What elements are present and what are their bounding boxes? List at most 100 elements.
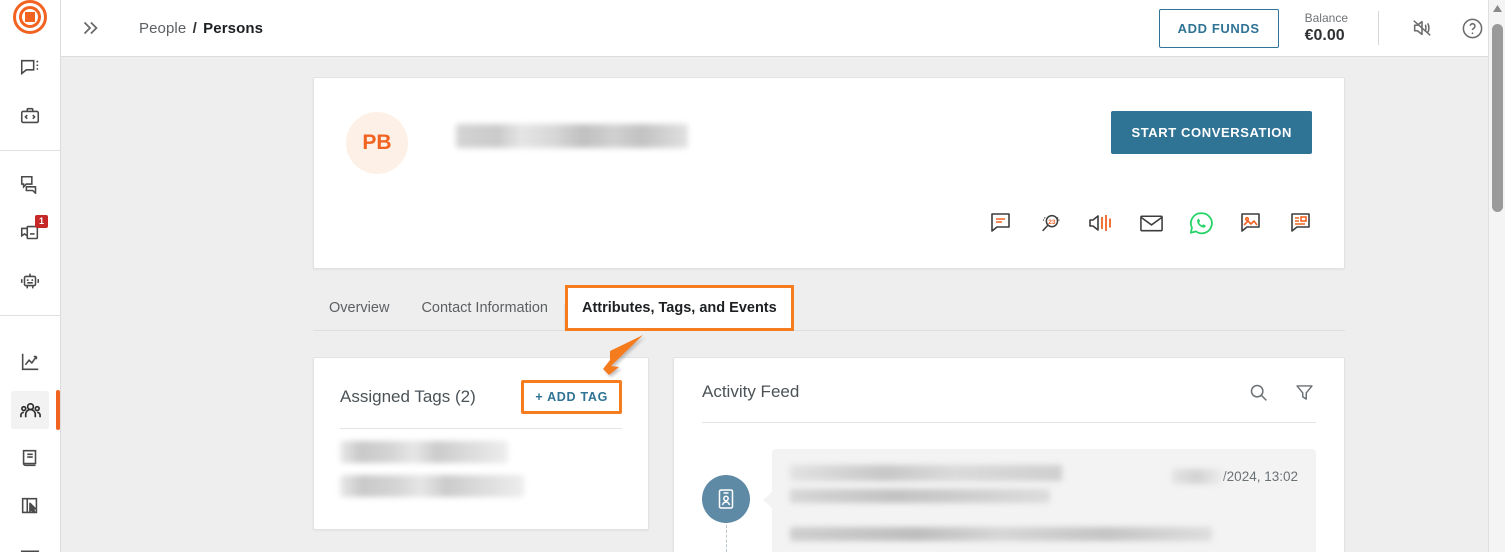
app-logo[interactable]	[0, 0, 60, 34]
search-icon	[1250, 384, 1267, 401]
top-bar-right: ADD FUNDS Balance €0.00	[1158, 8, 1489, 48]
feed-item-date-redacted	[1171, 469, 1222, 484]
activity-feed-card: Activity Feed /2024, 13:02	[673, 357, 1345, 552]
breadcrumb-parent[interactable]: People	[139, 20, 186, 37]
feed-item-bubble: /2024, 13:02	[763, 449, 1316, 552]
right-column: Activity Feed /2024, 13:02	[673, 357, 1345, 552]
feed-filter-button[interactable]	[1292, 380, 1316, 404]
speaker-muted-icon	[1413, 20, 1431, 36]
voice-channel-button[interactable]	[1088, 210, 1114, 236]
viber-icon: 23	[1042, 214, 1060, 232]
sidebar-item-analytics[interactable]	[11, 343, 49, 381]
triangle-up-icon	[1493, 5, 1502, 12]
balance-label: Balance	[1304, 10, 1348, 25]
feed-item-subtitle-redacted	[790, 489, 1050, 503]
nav-group-1	[0, 34, 60, 150]
activity-feed-title: Activity Feed	[702, 382, 800, 401]
keyboard-icon	[20, 550, 40, 552]
channel-actions: 23	[988, 210, 1314, 236]
tab-overview[interactable]: Overview	[313, 286, 405, 330]
viber-channel-button[interactable]: 23	[1038, 210, 1064, 236]
mms-channel-button[interactable]	[1238, 210, 1264, 236]
target-logo-icon	[13, 0, 47, 34]
chat-menu-icon	[20, 59, 39, 76]
nav-group-2: 1	[0, 150, 60, 315]
sidebar-item-flows[interactable]: 1	[11, 214, 49, 252]
feed-item-title-redacted	[790, 465, 1062, 481]
profile-card: PB START CONVERSATION 23	[313, 77, 1345, 269]
balance-block: Balance €0.00	[1305, 11, 1348, 46]
sms-icon	[991, 213, 1010, 232]
sidebar-item-bots[interactable]	[11, 262, 49, 300]
question-circle-icon	[1462, 18, 1482, 38]
main-column: People / Persons ADD FUNDS Balance €0.00	[61, 0, 1505, 552]
help-button[interactable]	[1455, 11, 1489, 45]
person-name-redacted	[456, 124, 688, 148]
add-funds-button[interactable]: ADD FUNDS	[1158, 8, 1279, 48]
feed-item-icon-circle	[702, 475, 750, 523]
expand-sidebar-button[interactable]	[79, 17, 101, 39]
book-icon	[22, 449, 37, 467]
left-nav-rail: 1	[0, 0, 61, 552]
whatsapp-channel-button[interactable]	[1188, 210, 1214, 236]
feed-item-timestamp: /2024, 13:02	[1171, 469, 1298, 484]
filter-icon	[1295, 384, 1313, 400]
sidebar-item-settings[interactable]	[11, 535, 49, 552]
content-inner: PB START CONVERSATION 23 Overview Contac…	[313, 77, 1345, 552]
tab-bar: Overview Contact Information Attributes,…	[313, 285, 1345, 331]
feed-timeline-line	[725, 525, 727, 552]
tab-contact-information[interactable]: Contact Information	[405, 286, 564, 330]
voice-icon	[1089, 215, 1111, 231]
analytics-chart-icon	[21, 353, 39, 371]
tag-chip[interactable]	[340, 441, 508, 463]
tag-chip[interactable]	[340, 475, 524, 497]
avatar: PB	[346, 112, 408, 174]
flows-badge: 1	[35, 215, 48, 228]
feed-divider	[702, 422, 1316, 423]
sms-channel-button[interactable]	[988, 210, 1014, 236]
window-scrollbar[interactable]	[1488, 0, 1505, 552]
tags-divider	[340, 428, 622, 429]
double-chevron-right-icon	[83, 21, 98, 35]
whatsapp-icon	[1189, 211, 1213, 234]
feed-item-time-text: /2024, 13:02	[1222, 469, 1298, 484]
left-column: Assigned Tags (2) + ADD TAG	[313, 357, 649, 552]
assigned-tags-title: Assigned Tags (2)	[340, 387, 476, 406]
mute-button[interactable]	[1405, 11, 1439, 45]
email-channel-button[interactable]	[1138, 210, 1164, 236]
email-icon	[1139, 215, 1163, 232]
code-briefcase-icon	[20, 107, 40, 124]
breadcrumb-separator: /	[192, 19, 197, 37]
sidebar-item-people[interactable]	[11, 390, 60, 430]
lower-section: Assigned Tags (2) + ADD TAG Activity Fee…	[313, 357, 1345, 552]
sidebar-item-landing-pages[interactable]	[11, 487, 49, 525]
activity-feed-actions	[1246, 380, 1316, 404]
window-scrollbar-thumb[interactable]	[1492, 24, 1503, 212]
people-icon	[19, 402, 41, 417]
sidebar-item-content[interactable]	[11, 439, 49, 477]
nav-group-3	[0, 315, 60, 552]
rcs-icon	[1291, 213, 1310, 232]
robot-icon	[20, 273, 40, 289]
svg-text:23: 23	[1048, 219, 1056, 226]
feed-search-button[interactable]	[1246, 380, 1270, 404]
app-root: 1 People / Persons ADD FUNDS Balance €0.…	[0, 0, 1505, 552]
click-panel-icon	[21, 497, 38, 514]
sidebar-item-conversations[interactable]	[11, 49, 49, 87]
mms-icon	[1241, 213, 1260, 232]
scroll-up-button[interactable]	[1489, 0, 1505, 17]
rcs-channel-button[interactable]	[1288, 210, 1314, 236]
sidebar-item-developers[interactable]	[11, 97, 49, 135]
assigned-tags-card: Assigned Tags (2) + ADD TAG	[313, 357, 649, 530]
start-conversation-button[interactable]: START CONVERSATION	[1111, 111, 1312, 154]
assigned-tags-header: Assigned Tags (2) + ADD TAG	[340, 380, 622, 414]
breadcrumb: People / Persons	[139, 20, 263, 37]
sidebar-item-campaigns[interactable]	[11, 166, 49, 204]
add-tag-button[interactable]: + ADD TAG	[521, 380, 622, 414]
tab-attributes-tags-events[interactable]: Attributes, Tags, and Events	[564, 285, 794, 331]
content-area: PB START CONVERSATION 23 Overview Contac…	[61, 57, 1505, 552]
top-bar: People / Persons ADD FUNDS Balance €0.00	[61, 0, 1505, 57]
breadcrumb-current: Persons	[203, 19, 264, 37]
activity-feed-header: Activity Feed	[702, 380, 1316, 404]
feed-item-detail-redacted	[790, 527, 1212, 541]
